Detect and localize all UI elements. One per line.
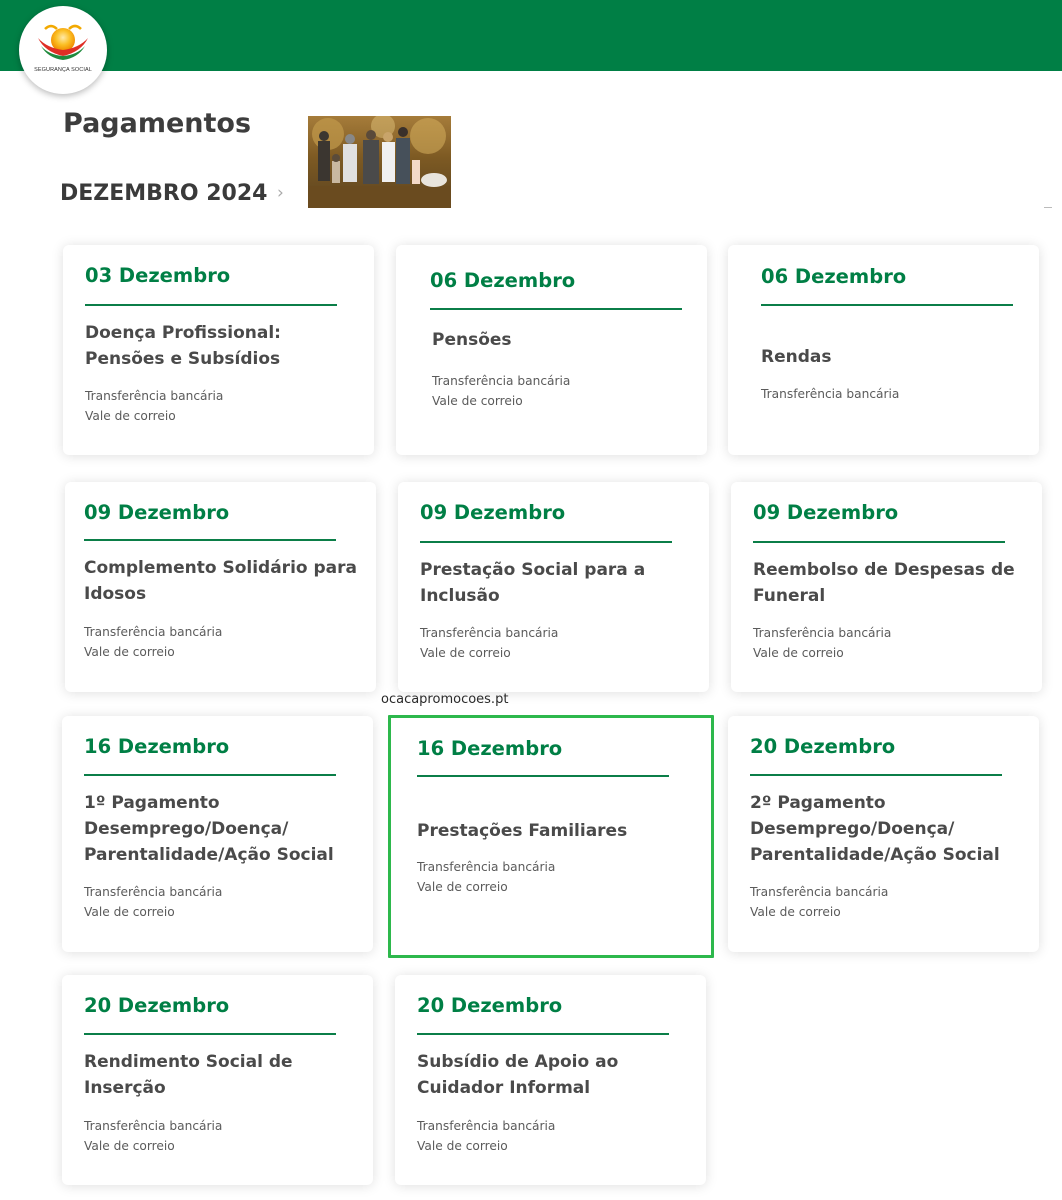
card-title: Prestações Familiares bbox=[417, 821, 628, 841]
card-date: 06 Dezembro bbox=[761, 265, 907, 288]
payment-method: Transferência bancária bbox=[84, 885, 223, 899]
payment-method: Transferência bancária bbox=[753, 626, 892, 640]
photo-image bbox=[308, 116, 451, 208]
payment-methods: Transferência bancária Vale de correio bbox=[417, 857, 555, 897]
payment-method: Vale de correio bbox=[84, 645, 175, 659]
payment-methods: Transferência bancária Vale de correio bbox=[750, 882, 888, 922]
card-title: Doença Profissional: Pensões e Subsídios bbox=[85, 323, 281, 369]
card-title: Reembolso de Despesas de Funeral bbox=[753, 560, 1015, 606]
payment-card[interactable]: 03 Dezembro Doença Profissional: Pensões… bbox=[63, 245, 374, 455]
page-title: Pagamentos bbox=[63, 108, 252, 139]
payment-methods: Transferência bancária Vale de correio bbox=[84, 882, 222, 922]
payment-method: Transferência bancária bbox=[420, 626, 559, 640]
card-date: 20 Dezembro bbox=[750, 735, 896, 758]
payment-methods: Transferência bancária Vale de correio bbox=[84, 1116, 222, 1156]
payment-card[interactable]: 16 Dezembro 1º Pagamento Desemprego/Doen… bbox=[62, 716, 373, 952]
card-title: Rendimento Social de Inserção bbox=[84, 1052, 293, 1098]
card-divider bbox=[417, 775, 669, 777]
payment-methods: Transferência bancária bbox=[761, 384, 899, 404]
payment-method: Vale de correio bbox=[84, 905, 175, 919]
card-date: 09 Dezembro bbox=[753, 501, 899, 524]
card-date: 20 Dezembro bbox=[84, 994, 230, 1017]
card-date: 16 Dezembro bbox=[417, 737, 563, 760]
payment-method: Transferência bancária bbox=[417, 860, 556, 874]
payment-card[interactable]: 09 Dezembro Complemento Solidário para I… bbox=[65, 482, 376, 692]
card-divider bbox=[84, 774, 336, 776]
card-title: 1º Pagamento Desemprego/Doença/ Parental… bbox=[84, 793, 334, 865]
seguranca-social-logo[interactable]: SEGURANÇA SOCIAL bbox=[19, 6, 107, 94]
divider bbox=[1044, 207, 1052, 208]
payment-method: Transferência bancária bbox=[750, 885, 889, 899]
payment-methods: Transferência bancária Vale de correio bbox=[753, 623, 891, 663]
payment-card[interactable]: 06 Dezembro Pensões Transferência bancár… bbox=[396, 245, 707, 455]
card-date: 09 Dezembro bbox=[420, 501, 566, 524]
chevron-right-icon[interactable]: › bbox=[277, 183, 284, 203]
payment-card-highlighted[interactable]: 16 Dezembro Prestações Familiares Transf… bbox=[388, 715, 714, 958]
payment-methods: Transferência bancária Vale de correio bbox=[420, 623, 558, 663]
payment-card[interactable]: 06 Dezembro Rendas Transferência bancári… bbox=[728, 245, 1039, 455]
card-date: 06 Dezembro bbox=[430, 269, 576, 292]
top-header-bar bbox=[0, 0, 1062, 71]
seguranca-social-emblem-icon bbox=[38, 24, 88, 60]
payment-card[interactable]: 20 Dezembro Subsídio de Apoio ao Cuidado… bbox=[395, 975, 706, 1185]
card-title: Complemento Solidário para Idosos bbox=[84, 558, 357, 604]
payment-method: Vale de correio bbox=[417, 1139, 508, 1153]
card-divider bbox=[761, 304, 1013, 306]
card-title: Subsídio de Apoio ao Cuidador Informal bbox=[417, 1052, 619, 1098]
card-divider bbox=[420, 541, 672, 543]
payment-card[interactable]: 20 Dezembro Rendimento Social de Inserçã… bbox=[62, 975, 373, 1185]
payment-card[interactable]: 20 Dezembro 2º Pagamento Desemprego/Doen… bbox=[728, 716, 1039, 952]
card-date: 20 Dezembro bbox=[417, 994, 563, 1017]
card-title: Prestação Social para a Inclusão bbox=[420, 560, 646, 606]
payment-method: Vale de correio bbox=[85, 409, 176, 423]
payment-method: Transferência bancária bbox=[417, 1119, 556, 1133]
payment-methods: Transferência bancária Vale de correio bbox=[432, 371, 570, 411]
payment-method: Transferência bancária bbox=[432, 374, 571, 388]
payment-methods: Transferência bancária Vale de correio bbox=[84, 622, 222, 662]
payment-method: Vale de correio bbox=[750, 905, 841, 919]
payment-method: Vale de correio bbox=[753, 646, 844, 660]
card-date: 03 Dezembro bbox=[85, 264, 231, 287]
card-divider bbox=[430, 308, 682, 310]
payment-methods: Transferência bancária Vale de correio bbox=[417, 1116, 555, 1156]
payment-method: Transferência bancária bbox=[761, 387, 900, 401]
card-title: Rendas bbox=[761, 347, 832, 367]
card-divider bbox=[753, 541, 1005, 543]
payment-card[interactable]: 09 Dezembro Prestação Social para a Incl… bbox=[398, 482, 709, 692]
payment-method: Vale de correio bbox=[417, 880, 508, 894]
card-divider bbox=[84, 539, 336, 541]
watermark-text: ocacapromocoes.pt bbox=[381, 692, 509, 707]
payment-method: Transferência bancária bbox=[84, 625, 223, 639]
card-divider bbox=[417, 1033, 669, 1035]
payment-card[interactable]: 09 Dezembro Reembolso de Despesas de Fun… bbox=[731, 482, 1042, 692]
payment-method: Vale de correio bbox=[420, 646, 511, 660]
card-divider bbox=[84, 1033, 336, 1035]
payment-method: Transferência bancária bbox=[84, 1119, 223, 1133]
payment-methods: Transferência bancária Vale de correio bbox=[85, 386, 223, 426]
card-divider bbox=[750, 774, 1002, 776]
card-date: 16 Dezembro bbox=[84, 735, 230, 758]
logo-brand-text: SEGURANÇA SOCIAL bbox=[34, 67, 92, 73]
payment-method: Vale de correio bbox=[432, 394, 523, 408]
month-heading: DEZEMBRO 2024 bbox=[60, 181, 268, 206]
card-title: Pensões bbox=[432, 330, 512, 350]
card-date: 09 Dezembro bbox=[84, 501, 230, 524]
payment-method: Vale de correio bbox=[84, 1139, 175, 1153]
payment-method: Transferência bancária bbox=[85, 389, 224, 403]
card-title: 2º Pagamento Desemprego/Doença/ Parental… bbox=[750, 793, 1000, 865]
card-divider bbox=[85, 304, 337, 306]
